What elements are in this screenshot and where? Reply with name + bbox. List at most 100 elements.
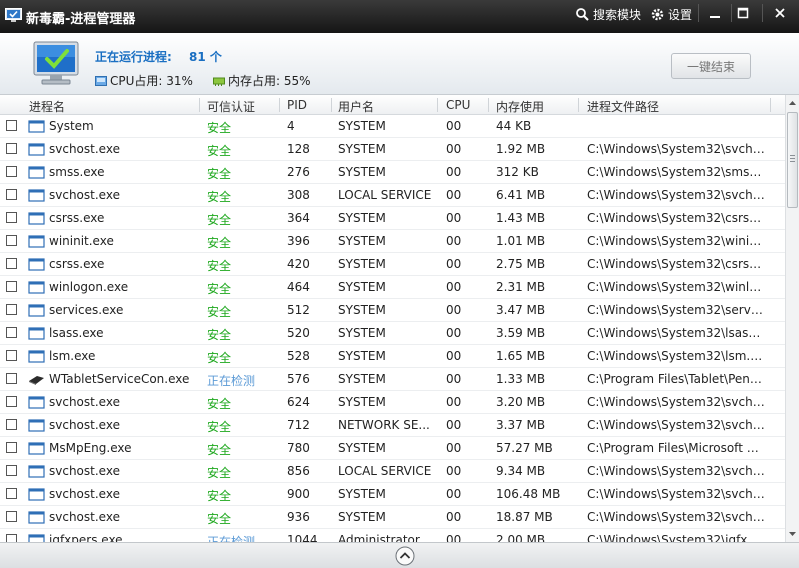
window-icon [28, 258, 45, 271]
settings-button[interactable]: 设置 [650, 6, 692, 23]
process-user: SYSTEM [338, 142, 386, 156]
table-row[interactable]: svchost.exe 安全 128 SYSTEM 00 1.92 MB C:\Window… [0, 138, 785, 161]
row-checkbox[interactable] [6, 350, 17, 361]
process-user: SYSTEM [338, 257, 386, 271]
col-header-user[interactable]: 用户名 [338, 98, 374, 115]
row-checkbox[interactable] [6, 396, 17, 407]
column-divider[interactable] [199, 98, 200, 112]
table-row[interactable]: wininit.exe 安全 396 SYSTEM 00 1.01 MB C:\Window… [0, 230, 785, 253]
process-cpu: 00 [446, 464, 462, 478]
row-checkbox[interactable] [6, 189, 17, 200]
row-checkbox[interactable] [6, 534, 17, 542]
row-checkbox[interactable] [6, 419, 17, 430]
process-cpu: 00 [446, 510, 462, 524]
process-name: igfxpers.exe [49, 533, 123, 542]
column-divider[interactable] [488, 98, 489, 112]
table-row[interactable]: csrss.exe 安全 420 SYSTEM 00 2.75 MB C:\Windows\… [0, 253, 785, 276]
search-module-button[interactable]: 搜索模块 [575, 6, 641, 23]
row-checkbox[interactable] [6, 442, 17, 453]
row-checkbox[interactable] [6, 143, 17, 154]
process-cpu: 00 [446, 165, 462, 179]
window-icon [28, 281, 45, 294]
row-checkbox[interactable] [6, 281, 17, 292]
process-path: C:\Windows\System32\svcho... [587, 395, 765, 409]
process-name: smss.exe [49, 165, 105, 179]
scroll-down-button[interactable] [786, 526, 799, 542]
column-divider[interactable] [578, 98, 579, 112]
table-row[interactable]: svchost.exe 安全 856 LOCAL SERVICE 00 9.34 MB C:… [0, 460, 785, 483]
process-memory: 2.75 MB [496, 257, 546, 271]
table-row[interactable]: winlogon.exe 安全 464 SYSTEM 00 2.31 MB C:\Windo… [0, 276, 785, 299]
maximize-button[interactable] [726, 1, 759, 25]
process-pid: 520 [287, 326, 310, 340]
col-header-pid[interactable]: PID [287, 98, 307, 112]
process-name: lsass.exe [49, 326, 104, 340]
table-row[interactable]: lsass.exe 安全 520 SYSTEM 00 3.59 MB C:\Windows\… [0, 322, 785, 345]
process-name: MsMpEng.exe [49, 441, 132, 455]
trust-status: 安全 [207, 167, 232, 181]
process-cpu: 00 [446, 533, 462, 542]
window-title: 新毒霸-进程管理器 [26, 12, 136, 27]
row-checkbox[interactable] [6, 304, 17, 315]
table-row[interactable]: MsMpEng.exe 安全 780 SYSTEM 00 57.27 MB C:\Progr… [0, 437, 785, 460]
process-path: C:\Windows\System32\svcho... [587, 418, 765, 432]
table-row[interactable]: svchost.exe 安全 936 SYSTEM 00 18.87 MB C:\Windo… [0, 506, 785, 529]
column-divider[interactable] [279, 98, 280, 112]
window-icon [28, 350, 45, 363]
process-pid: 936 [287, 510, 310, 524]
process-name: svchost.exe [49, 510, 120, 524]
trust-status: 安全 [207, 259, 232, 273]
row-checkbox[interactable] [6, 465, 17, 476]
scroll-thumb[interactable] [787, 112, 798, 208]
table-row[interactable]: csrss.exe 安全 364 SYSTEM 00 1.43 MB C:\Windows\… [0, 207, 785, 230]
row-checkbox[interactable] [6, 212, 17, 223]
col-header-trust[interactable]: 可信认证 [207, 98, 255, 115]
column-divider[interactable] [331, 98, 332, 112]
column-divider[interactable] [437, 98, 438, 112]
col-header-path[interactable]: 进程文件路径 [587, 98, 659, 115]
table-row[interactable]: svchost.exe 安全 308 LOCAL SERVICE 00 6.41 MB C:… [0, 184, 785, 207]
table-row[interactable]: WTabletServiceCon.exe 正在检测 576 SYSTEM 00 1.33… [0, 368, 785, 391]
col-header-name[interactable]: 进程名 [29, 98, 65, 115]
process-path: C:\Windows\System32\igfxp... [587, 533, 765, 542]
vertical-scrollbar[interactable] [785, 95, 799, 542]
process-cpu: 00 [446, 326, 462, 340]
row-checkbox[interactable] [6, 235, 17, 246]
window-icon [28, 212, 45, 225]
row-checkbox[interactable] [6, 511, 17, 522]
scroll-up-button[interactable] [786, 95, 799, 111]
row-checkbox[interactable] [6, 258, 17, 269]
table-row[interactable]: svchost.exe 安全 900 SYSTEM 00 106.48 MB C:\Wind… [0, 483, 785, 506]
app-logo-icon [5, 8, 22, 22]
settings-label: 设置 [668, 8, 693, 22]
grip-line [790, 158, 795, 159]
table-row[interactable]: lsm.exe 安全 528 SYSTEM 00 1.65 MB C:\Windows\Sy… [0, 345, 785, 368]
table-row[interactable]: System 安全 4 SYSTEM 00 44 KB [0, 115, 785, 138]
table-row[interactable]: services.exe 安全 512 SYSTEM 00 3.47 MB C:\Windo… [0, 299, 785, 322]
process-user: Administrator [338, 533, 420, 542]
collapse-up-button[interactable] [395, 546, 415, 566]
table-row[interactable]: svchost.exe 安全 624 SYSTEM 00 3.20 MB C:\Window… [0, 391, 785, 414]
process-cpu: 00 [446, 234, 462, 248]
process-pid: 396 [287, 234, 310, 248]
row-checkbox[interactable] [6, 166, 17, 177]
column-divider[interactable] [770, 98, 771, 112]
row-checkbox[interactable] [6, 120, 17, 131]
close-button[interactable] [763, 1, 796, 25]
process-memory: 1.92 MB [496, 142, 546, 156]
row-checkbox[interactable] [6, 488, 17, 499]
trust-status: 安全 [207, 466, 232, 480]
process-memory: 3.37 MB [496, 418, 546, 432]
close-icon [774, 8, 785, 18]
col-header-memory[interactable]: 内存使用 [496, 98, 544, 115]
table-row[interactable]: svchost.exe 安全 712 NETWORK SE... 00 3.37 MB C:… [0, 414, 785, 437]
row-checkbox[interactable] [6, 327, 17, 338]
table-row[interactable]: igfxpers.exe 正在检测 1044 Administrator 00 2.00 … [0, 529, 785, 542]
process-path: C:\Windows\System32\svcho... [587, 464, 765, 478]
end-all-button[interactable]: 一键结束 [671, 53, 751, 79]
process-memory: 44 KB [496, 119, 532, 133]
table-row[interactable]: smss.exe 安全 276 SYSTEM 00 312 KB C:\Windows\Sy… [0, 161, 785, 184]
col-header-cpu[interactable]: CPU [446, 98, 470, 112]
memory-icon [213, 77, 225, 86]
row-checkbox[interactable] [6, 373, 17, 384]
